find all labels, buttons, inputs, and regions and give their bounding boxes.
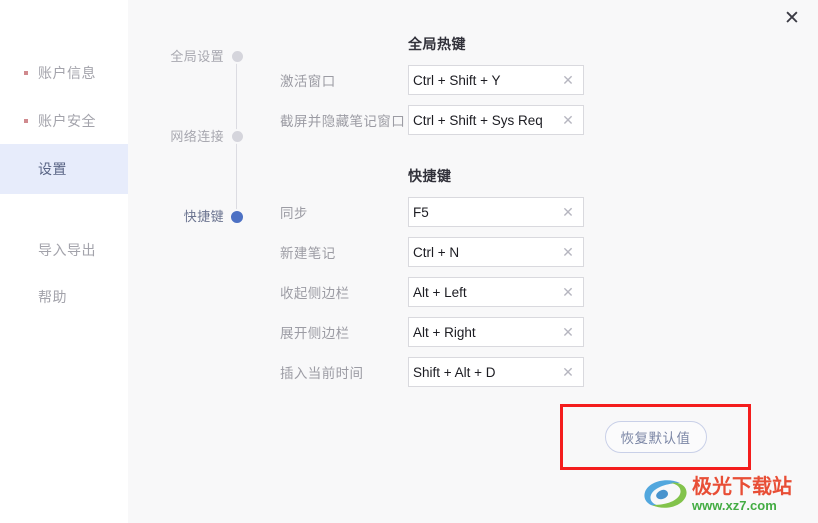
- shortcut-label: 插入当前时间: [280, 366, 364, 381]
- shortcut-row: 新建笔记 Ctrl + N ✕: [280, 232, 730, 272]
- shortcut-row: 收起侧边栏 Alt + Left ✕: [280, 272, 730, 312]
- shortcut-input[interactable]: Ctrl + Shift + Y ✕: [408, 65, 584, 95]
- shortcut-row: 同步 F5 ✕: [280, 192, 730, 232]
- watermark: 极光下载站 www.xz7.com: [640, 471, 812, 519]
- shortcut-input[interactable]: F5 ✕: [408, 197, 584, 227]
- shortcut-value: Ctrl + Shift + Sys Req: [413, 112, 543, 128]
- shortcut-label: 新建笔记: [280, 246, 336, 261]
- clear-icon[interactable]: ✕: [560, 204, 576, 220]
- shortcut-label: 收起侧边栏: [280, 286, 350, 301]
- stepper-dot-icon: [230, 129, 245, 144]
- clear-icon[interactable]: ✕: [560, 284, 576, 300]
- clear-icon[interactable]: ✕: [560, 364, 576, 380]
- stepper-dot-icon: [229, 209, 245, 225]
- watermark-title: 极光下载站: [692, 475, 792, 498]
- section-title-1: 快捷键: [408, 168, 452, 184]
- clear-icon[interactable]: ✕: [560, 72, 576, 88]
- settings-window: 账户信息账户安全设置导入导出帮助 ✕ 全局设置网络连接快捷键 全局热键激活窗口 C…: [0, 0, 818, 523]
- shortcut-input[interactable]: Ctrl + Shift + Sys Req ✕: [408, 105, 584, 135]
- bullet-icon: [24, 71, 28, 75]
- clear-icon[interactable]: ✕: [560, 244, 576, 260]
- clear-icon[interactable]: ✕: [560, 324, 576, 340]
- shortcut-row: 插入当前时间 Shift + Alt + D ✕: [280, 352, 730, 392]
- shortcut-value: F5: [413, 204, 429, 220]
- shortcut-value: Alt + Right: [413, 324, 476, 340]
- stepper-step-0[interactable]: 全局设置: [150, 46, 260, 64]
- sidebar-item-label: 帮助: [38, 289, 67, 305]
- shortcuts-panel: 全局热键 激活窗口 Ctrl + Shift + Y ✕ 截屏并隐藏笔记窗口 Ctrl +…: [280, 34, 730, 392]
- close-glyph: ✕: [784, 7, 800, 29]
- stepper-step-label: 网络连接: [170, 128, 224, 144]
- shortcut-label: 激活窗口: [280, 74, 336, 89]
- sidebar-item-3[interactable]: 导入导出: [0, 225, 128, 275]
- stepper-step-1[interactable]: 网络连接: [150, 126, 260, 144]
- shortcut-input[interactable]: Shift + Alt + D ✕: [408, 357, 584, 387]
- sidebar-item-2[interactable]: 设置: [0, 144, 128, 194]
- sidebar-item-1[interactable]: 账户安全: [0, 96, 128, 146]
- stepper-step-2[interactable]: 快捷键: [150, 206, 260, 225]
- sidebar-item-4[interactable]: 帮助: [0, 272, 128, 322]
- stepper-step-label: 全局设置: [170, 48, 224, 64]
- shortcut-input[interactable]: Alt + Left ✕: [408, 277, 584, 307]
- shortcut-label: 展开侧边栏: [280, 326, 350, 341]
- shortcut-row: 激活窗口 Ctrl + Shift + Y ✕: [280, 60, 730, 100]
- watermark-logo-icon: [644, 480, 687, 508]
- sidebar-item-label: 导入导出: [38, 242, 96, 258]
- shortcut-value: Ctrl + Shift + Y: [413, 72, 501, 88]
- clear-icon[interactable]: ✕: [560, 112, 576, 128]
- sidebar: 账户信息账户安全设置导入导出帮助: [0, 0, 128, 523]
- shortcut-input[interactable]: Alt + Right ✕: [408, 317, 584, 347]
- stepper-step-label: 快捷键: [183, 208, 224, 224]
- section-title-0: 全局热键: [408, 36, 466, 52]
- shortcut-label: 截屏并隐藏笔记窗口: [280, 114, 406, 129]
- shortcut-input[interactable]: Ctrl + N ✕: [408, 237, 584, 267]
- sidebar-item-label: 账户安全: [38, 113, 96, 129]
- restore-defaults-label: 恢复默认值: [620, 431, 691, 446]
- shortcut-value: Shift + Alt + D: [413, 364, 496, 380]
- close-icon[interactable]: ✕: [778, 4, 806, 32]
- bullet-icon: [24, 119, 28, 123]
- restore-defaults-button[interactable]: 恢复默认值: [604, 421, 707, 453]
- sidebar-item-label: 账户信息: [38, 65, 96, 81]
- sidebar-item-label: 设置: [38, 161, 67, 177]
- shortcut-label: 同步: [280, 206, 308, 221]
- shortcut-row: 截屏并隐藏笔记窗口 Ctrl + Shift + Sys Req ✕: [280, 100, 730, 140]
- shortcut-value: Ctrl + N: [413, 244, 460, 260]
- watermark-text: 极光下载站 www.xz7.com: [690, 475, 812, 514]
- main-content: ✕ 全局设置网络连接快捷键 全局热键激活窗口 Ctrl + Shift + Y ✕ 截…: [128, 0, 818, 523]
- stepper-dot-icon: [230, 49, 245, 64]
- shortcut-row: 展开侧边栏 Alt + Right ✕: [280, 312, 730, 352]
- settings-stepper: 全局设置网络连接快捷键: [150, 40, 260, 230]
- sidebar-item-0[interactable]: 账户信息: [0, 48, 128, 98]
- shortcut-value: Alt + Left: [413, 284, 467, 300]
- watermark-url: www.xz7.com: [692, 497, 777, 513]
- restore-defaults-highlight: 恢复默认值: [560, 404, 751, 470]
